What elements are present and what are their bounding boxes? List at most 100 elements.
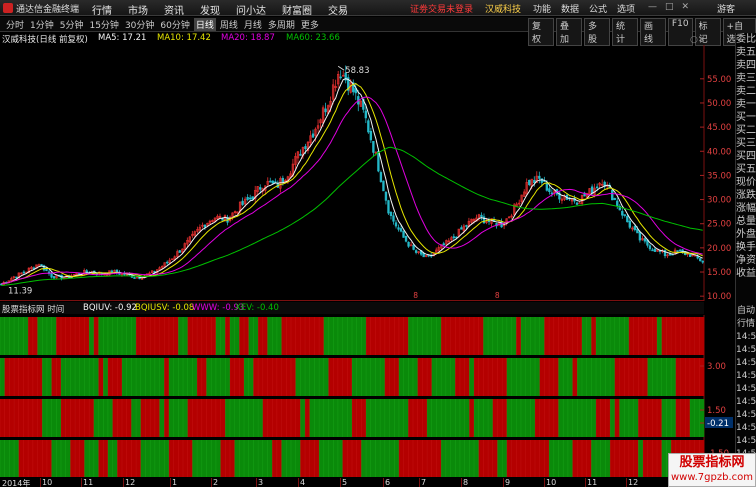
close-icon[interactable]: ✕ xyxy=(682,2,690,12)
indicator-bar xyxy=(281,440,287,478)
indicator-bar xyxy=(591,440,597,478)
indicator-bar xyxy=(413,399,419,437)
indicator-bar xyxy=(4,440,10,478)
indicator-bar xyxy=(469,358,475,396)
quote-label-16: 换手 xyxy=(736,242,756,253)
current-stock-name[interactable]: 汉威科技 xyxy=(485,2,521,15)
menu-item-0[interactable]: 行情 xyxy=(92,2,112,17)
indicator-bar xyxy=(347,358,353,396)
indicator-bar xyxy=(642,317,648,355)
indicator-bar xyxy=(666,317,672,355)
menu-item-4[interactable]: 问小达 xyxy=(236,2,266,17)
indicator-bar xyxy=(328,358,334,396)
indicator-bar xyxy=(215,440,221,478)
right-menu-item-2[interactable]: 公式 xyxy=(589,2,607,15)
indicator-info-bar: 股票指标网 时间 BQIUV: -0.92 BQIUSV: -0.08 WWW:… xyxy=(0,302,704,315)
period-tab-6[interactable]: 日线 xyxy=(193,18,216,31)
indicator-bar xyxy=(652,399,658,437)
indicator-bar xyxy=(89,399,95,437)
ma10-value: MA10: 17.42 xyxy=(157,33,211,43)
indicator-bar xyxy=(333,399,339,437)
indicator-bar xyxy=(18,399,24,437)
indicator-bar xyxy=(37,317,43,355)
indicator-bar xyxy=(455,358,461,396)
title-bar: 通达信金融终端 行情 市场 资讯 发现 问小达 财富圈 交易 证劵交易未登录 汉威科技 功能… xyxy=(0,0,756,17)
candle-body xyxy=(304,146,307,150)
login-status[interactable]: 证劵交易未登录 xyxy=(410,2,473,15)
indicator-bar xyxy=(361,399,367,437)
period-tab-8[interactable]: 月线 xyxy=(242,18,264,31)
period-tab-9[interactable]: 多周期 xyxy=(266,18,297,31)
indicator-bar xyxy=(197,399,203,437)
indicator-bar xyxy=(84,440,90,478)
indicator-bar xyxy=(441,440,447,478)
price-chart[interactable]: 55.00 50.00 45.00 40.00 35.00 30.00 25.00 20.00… xyxy=(0,45,731,301)
menu-item-6[interactable]: 交易 xyxy=(328,2,348,17)
candle-body xyxy=(409,244,413,247)
indicator-bar xyxy=(145,399,151,437)
period-tab-5[interactable]: 60分钟 xyxy=(158,18,191,31)
indicator-bar xyxy=(51,440,57,478)
indicator-bar xyxy=(605,317,611,355)
ma5-line xyxy=(1,78,703,285)
indicator-bar xyxy=(159,399,165,437)
indicator-bar xyxy=(168,317,174,355)
indicator-bar xyxy=(0,317,5,355)
indicator-bar xyxy=(352,440,357,478)
indicator-panel[interactable]: 3.001.50-0.21-1.50 xyxy=(0,315,733,478)
indicator-bar xyxy=(506,399,512,437)
chart-settings-icon[interactable]: ○✕ xyxy=(690,35,705,45)
indicator-bar xyxy=(14,358,20,396)
minimize-icon[interactable]: — xyxy=(648,2,657,12)
indicator-bar xyxy=(337,317,343,355)
indicator-bar xyxy=(558,399,564,437)
period-tab-2[interactable]: 5分钟 xyxy=(58,18,86,31)
candle-body xyxy=(442,243,445,246)
right-menu-item-3[interactable]: 选项 xyxy=(617,2,635,15)
indicator-bar xyxy=(276,399,282,437)
tick-time-3: 14:56 xyxy=(736,345,756,355)
indicator-bar xyxy=(549,440,555,478)
indicator-bar xyxy=(262,358,268,396)
indicator-bar xyxy=(628,440,634,478)
period-tab-7[interactable]: 周线 xyxy=(218,18,240,31)
indicator-bar xyxy=(300,399,306,437)
menu-item-3[interactable]: 发现 xyxy=(200,2,220,17)
indicator-bar xyxy=(305,358,311,396)
indicator-bar xyxy=(657,440,663,478)
right-menu-item-0[interactable]: 功能 xyxy=(533,2,551,15)
menu-item-2[interactable]: 资讯 xyxy=(164,2,184,17)
indicator-bar xyxy=(131,317,137,355)
indicator-bar xyxy=(9,440,15,478)
indicator-bar xyxy=(267,440,273,478)
indicator-bar xyxy=(197,358,203,396)
indicator-bar xyxy=(117,440,123,478)
indicator-bar xyxy=(145,358,151,396)
indicator-bar xyxy=(178,317,184,355)
period-tab-0[interactable]: 分时 xyxy=(4,18,26,31)
indicator-bar xyxy=(206,440,212,478)
date-tick-mark xyxy=(298,478,299,487)
right-menu-item-1[interactable]: 数据 xyxy=(561,2,579,15)
indicator-bar xyxy=(417,440,423,478)
indicator-bar xyxy=(661,399,667,437)
period-tab-3[interactable]: 15分钟 xyxy=(87,18,120,31)
period-tab-4[interactable]: 30分钟 xyxy=(123,18,156,31)
date-tick-mark xyxy=(81,478,82,487)
menu-item-1[interactable]: 市场 xyxy=(128,2,148,17)
price-tick-5: 30.00 xyxy=(707,196,731,206)
indicator-bar xyxy=(9,317,15,355)
guest-user[interactable]: 游客 xyxy=(717,2,735,15)
tick-time-6: 14:56 xyxy=(736,384,756,394)
indicator-bar xyxy=(154,317,160,355)
period-tab-10[interactable]: 更多 xyxy=(299,18,321,31)
indicator-bar xyxy=(197,440,203,478)
indicator-bar xyxy=(352,399,357,437)
indicator-bar xyxy=(633,399,639,437)
candle-body xyxy=(575,202,579,205)
maximize-icon[interactable]: □ xyxy=(665,2,674,12)
period-tab-1[interactable]: 1分钟 xyxy=(28,18,56,31)
tick-time-0: 自动 xyxy=(736,306,755,316)
menu-item-5[interactable]: 财富圈 xyxy=(282,2,312,17)
indicator-bar xyxy=(380,317,386,355)
